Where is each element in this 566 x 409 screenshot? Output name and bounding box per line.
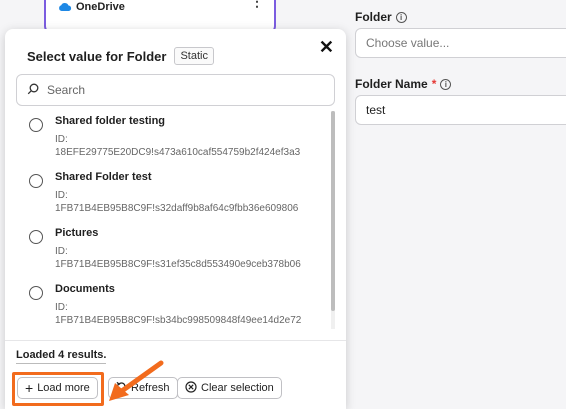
modal-title-text: Select value for Folder — [27, 48, 167, 64]
kebab-icon[interactable]: ⋮ — [250, 0, 264, 8]
arrow-annotation — [109, 360, 164, 401]
loaded-count: Loaded 4 results. — [16, 349, 107, 364]
clear-selection-label: Clear selection — [201, 382, 274, 394]
radio-button[interactable] — [29, 230, 43, 244]
radio-button[interactable] — [29, 174, 43, 188]
folder-name-label: Folder Name * i — [355, 77, 452, 91]
item-id: 1FB71B4EB95B8C9F!s31ef35c8d553490e9ceb37… — [55, 259, 301, 270]
cloud-icon — [58, 0, 72, 17]
folder-select[interactable]: Choose value... — [355, 28, 566, 58]
clear-selection-button[interactable]: Clear selection — [177, 377, 282, 399]
list-item[interactable]: Shared folder testing ID: 18EFE29775E20D… — [16, 111, 326, 163]
folder-label: Folder i — [355, 10, 407, 24]
close-icon[interactable]: ✕ — [319, 37, 334, 58]
list-item[interactable]: Documents ID: 1FB71B4EB95B8C9F!sb34bc998… — [16, 279, 326, 329]
search-placeholder: Search — [47, 83, 86, 97]
radio-button[interactable] — [29, 118, 43, 132]
item-id: 18EFE29775E20DC9!s473a610caf554759b2f424… — [55, 147, 301, 158]
item-name: Documents — [55, 283, 115, 295]
folder-name-label-text: Folder Name — [355, 77, 428, 91]
radio-button[interactable] — [29, 286, 43, 300]
item-name: Pictures — [55, 227, 99, 239]
scrollbar-thumb[interactable] — [331, 111, 335, 311]
item-id-label: ID: — [55, 190, 68, 201]
info-icon[interactable]: i — [395, 11, 407, 23]
search-input[interactable]: Search — [16, 74, 335, 106]
info-icon[interactable]: i — [440, 78, 452, 90]
item-id-label: ID: — [55, 246, 68, 257]
item-name: Shared folder testing — [55, 115, 166, 127]
select-value-modal: Select value for Folder Static ✕ Search … — [5, 29, 346, 409]
clear-icon — [185, 380, 197, 396]
static-badge: Static — [174, 47, 214, 65]
list-item[interactable]: Pictures ID: 1FB71B4EB95B8C9F!s31ef35c8d… — [16, 223, 326, 275]
scrollbar[interactable] — [331, 111, 335, 329]
item-id: 1FB71B4EB95B8C9F!sb34bc998509848f49ee14d… — [55, 315, 302, 326]
folder-label-text: Folder — [355, 10, 392, 24]
item-id: 1FB71B4EB95B8C9F!s32daff9b8af64c9fbb36e6… — [55, 203, 299, 214]
required-mark: * — [431, 77, 437, 91]
list-item[interactable]: Shared Folder test ID: 1FB71B4EB95B8C9F!… — [16, 167, 326, 219]
highlight-box — [12, 372, 104, 406]
item-id-label: ID: — [55, 302, 68, 313]
divider — [5, 340, 346, 341]
item-id-label: ID: — [55, 134, 68, 145]
item-name: Shared Folder test — [55, 171, 152, 183]
folder-list: Shared folder testing ID: 18EFE29775E20D… — [16, 111, 335, 329]
modal-title: Select value for Folder Static — [27, 47, 214, 65]
search-icon — [27, 83, 39, 98]
app-name: OneDrive — [76, 1, 125, 13]
folder-name-input[interactable]: test — [355, 95, 566, 125]
